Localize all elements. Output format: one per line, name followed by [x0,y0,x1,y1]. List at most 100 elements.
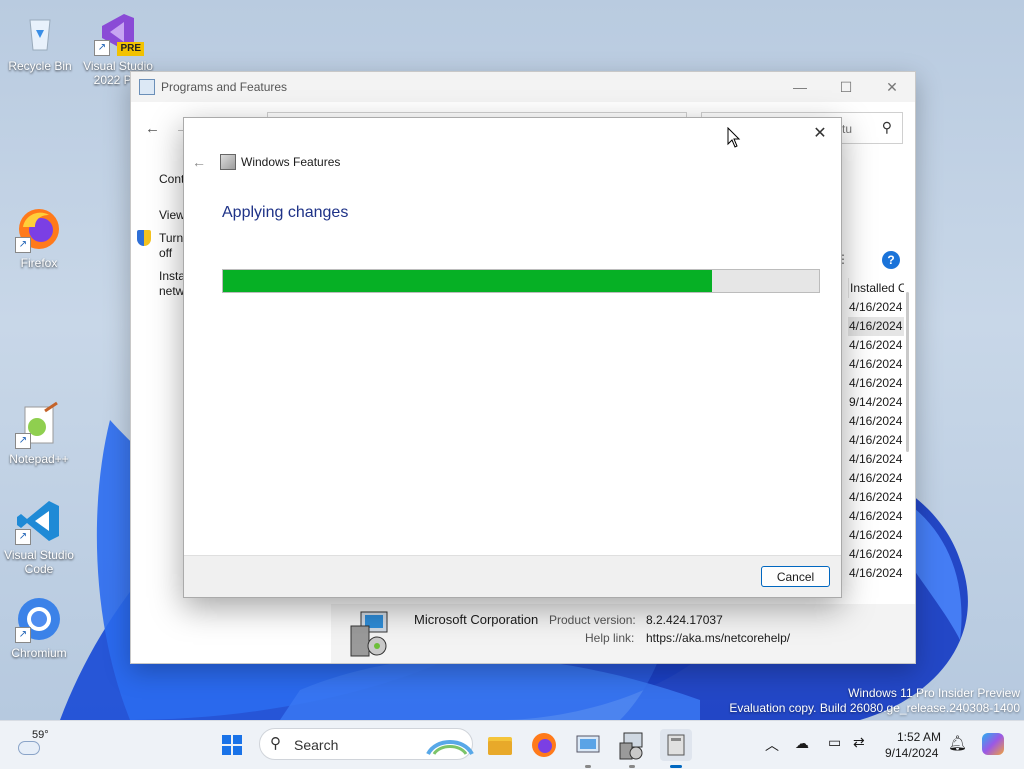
network-icon[interactable]: ⇄ [853,734,865,751]
cancel-button[interactable]: Cancel [761,566,830,587]
desktop-icon-recycle-bin[interactable]: Recycle Bin [2,8,78,73]
left-link-control-panel-home[interactable]: Cont [159,172,184,187]
weather-widget[interactable]: 59° [14,729,54,761]
left-link-view-installed-updates[interactable]: View [159,208,185,223]
shortcut-arrow-icon: ↗ [94,40,110,56]
shortcut-arrow-icon: ↗ [15,627,31,643]
chromium-icon: ↗ [15,595,63,643]
desktop-icon-label: Firefox [20,256,58,270]
left-link-install-from-network-line2[interactable]: netw [159,284,184,299]
installed-date-cell[interactable]: 4/16/2024 [848,317,904,336]
installed-date-cell[interactable]: 4/16/2024 [848,336,904,355]
minimize-button[interactable]: — [777,72,823,102]
dialog-heading: Applying changes [222,204,349,221]
installed-date-cell[interactable]: 9/14/2024 [848,393,904,412]
watermark-line-1: Windows 11 Pro Insider Preview [848,686,1020,700]
desktop-icon-notepad-plus-plus[interactable]: ↗ Notepad++ [1,401,77,466]
installed-date-cell[interactable]: 4/16/2024 [848,507,904,526]
copilot-icon[interactable] [982,733,1004,755]
installed-date-cell[interactable]: 4/16/2024 [848,298,904,317]
mouse-cursor-icon [727,127,741,148]
weather-icon [18,741,40,755]
notification-bell-icon[interactable]: 🔔︎ [948,734,967,752]
start-button[interactable] [216,729,248,761]
taskbar: 59° ⚲ Search ︿ ☁ ▭ ⇄ 1:52 AM 9/14/2024 🔔 [0,720,1024,769]
installer-package-icon [350,611,388,657]
clock-time[interactable]: 1:52 AM [897,730,941,744]
control-panel-icon [576,735,600,753]
installed-date-cell[interactable]: 4/16/2024 [848,564,904,583]
windows-logo-icon [222,735,242,755]
close-button[interactable]: ✕ [869,72,915,102]
progress-bar [222,269,820,293]
search-text-fragment: tu [842,122,853,136]
search-icon: ⚲ [881,119,892,135]
shortcut-arrow-icon: ↗ [15,529,31,545]
shortcut-arrow-icon: ↗ [15,433,31,449]
installed-date-cell[interactable]: 4/16/2024 [848,374,904,393]
desktop-icon-chromium[interactable]: ↗ Chromium [1,595,77,660]
progress-bar-fill [223,270,712,292]
taskbar-control-panel[interactable] [572,729,604,768]
left-link-turn-windows-features-line2[interactable]: off [159,246,172,261]
display-icon[interactable]: ▭ [828,734,841,751]
visual-studio-icon: PRE ↗ [94,8,144,56]
dialog-back-arrow-icon[interactable]: ← [192,154,206,170]
help-icon[interactable]: ? [882,251,900,269]
list-scrollbar[interactable] [906,292,909,452]
publisher-name: Microsoft Corporation [414,612,539,627]
desktop-icon-label-line2: Code [24,562,54,576]
installed-date-cell[interactable]: 4/16/2024 [848,412,904,431]
firefox-icon: ↗ [15,205,63,253]
installed-date-cell[interactable]: 4/16/2024 [848,488,904,507]
taskbar-search-box[interactable]: ⚲ Search [259,728,474,760]
taskbar-windows-features[interactable] [660,729,692,768]
installed-date-cell[interactable]: 4/16/2024 [848,526,904,545]
desktop-icon-label: Notepad++ [9,452,69,466]
notepad-plus-plus-icon: ↗ [15,401,63,449]
desktop-icon-label: Visual Studio [4,548,74,562]
desktop-icon-label: Chromium [11,646,67,660]
column-header-installed-on[interactable]: Installed On [848,278,904,298]
evaluation-watermark: Windows 11 Pro Insider Preview Evaluatio… [729,686,1020,716]
help-link-value[interactable]: https://aka.ms/netcorehelp/ [646,631,790,645]
uac-shield-icon [137,230,151,246]
windows-features-icon [667,734,685,756]
desktop-icon-vscode[interactable]: ↗ Visual Studio Code [1,497,77,576]
back-arrow-icon[interactable]: ← [145,120,160,137]
window-title: Programs and Features [161,80,288,94]
installed-date-cell[interactable]: 4/16/2024 [848,545,904,564]
maximize-button[interactable]: ☐ [823,72,869,102]
taskbar-programs-and-features[interactable] [616,729,648,768]
taskbar-firefox[interactable] [528,729,560,761]
watermark-line-2: Evaluation copy. Build 26080.ge_release.… [729,701,1020,715]
desktop-icon-firefox[interactable]: ↗ Firefox [1,205,77,270]
vscode-icon: ↗ [15,497,63,545]
firefox-icon [532,733,556,757]
taskbar-file-explorer[interactable] [484,729,516,761]
installed-date-cell[interactable]: 4/16/2024 [848,469,904,488]
preview-badge: PRE [117,42,144,56]
left-link-install-from-network[interactable]: Insta [159,269,185,284]
left-link-turn-windows-features[interactable]: Turn [159,231,183,246]
window-titlebar[interactable]: Programs and Features — ☐ ✕ [131,72,915,102]
dialog-close-button[interactable]: ✕ [805,122,835,146]
details-pane: Microsoft Corporation Product version: 8… [331,604,915,663]
installed-date-cell[interactable]: 4/16/2024 [848,355,904,374]
taskbar-search-label: Search [294,737,339,753]
dialog-header: Windows Features [220,154,340,170]
installed-date-cell[interactable]: 4/16/2024 [848,431,904,450]
onedrive-icon[interactable]: ☁ [795,735,809,752]
programs-features-icon [139,79,155,95]
clock-date[interactable]: 9/14/2024 [885,746,938,760]
installed-date-cell[interactable]: 4/16/2024 [848,450,904,469]
windows-features-icon [220,154,236,170]
weather-temp: 59° [32,729,49,741]
show-hidden-icons-chevron-icon[interactable]: ︿ [765,735,779,755]
search-highlight-image [426,740,474,756]
dialog-title: Windows Features [241,155,341,169]
windows-features-dialog: ✕ ← Windows Features Applying changes Ca… [183,117,842,598]
programs-features-icon [619,732,643,760]
search-icon: ⚲ [270,735,281,752]
dialog-footer: Cancel [184,555,841,597]
